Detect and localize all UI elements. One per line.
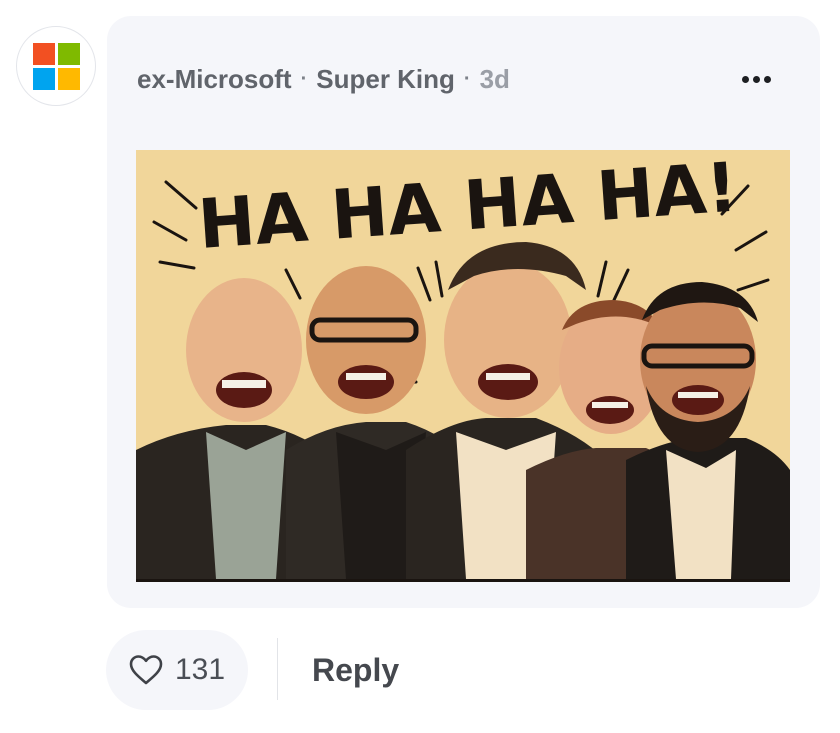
comment-actions: 131 Reply (106, 630, 399, 710)
post-age: 3d (479, 64, 510, 94)
microsoft-logo-icon (32, 42, 80, 90)
more-options-button[interactable] (736, 66, 776, 92)
dot-icon (763, 75, 771, 83)
image-caption: HA HA HA HA! (196, 150, 740, 265)
user-flair: Super King (316, 64, 455, 94)
like-button[interactable]: 131 (106, 630, 248, 710)
separator-dot: · (300, 68, 308, 90)
dot-icon (752, 75, 760, 83)
comment-image[interactable]: HA HA HA HA! (136, 150, 790, 582)
heart-icon (129, 655, 163, 685)
reply-button[interactable]: Reply (312, 644, 399, 696)
comment-meta: ex-Microsoft · Super King · 3d (137, 64, 510, 94)
cartoon-illustration: HA HA HA HA! (136, 150, 790, 579)
separator-dot: · (463, 68, 471, 90)
comment-card: ex-Microsoft · Super King · 3d HA HA HA … (107, 16, 820, 608)
dot-icon (741, 75, 749, 83)
author-name[interactable]: ex-Microsoft (137, 64, 292, 94)
action-divider (277, 638, 278, 700)
like-count: 131 (174, 653, 226, 686)
author-avatar[interactable] (16, 26, 96, 106)
